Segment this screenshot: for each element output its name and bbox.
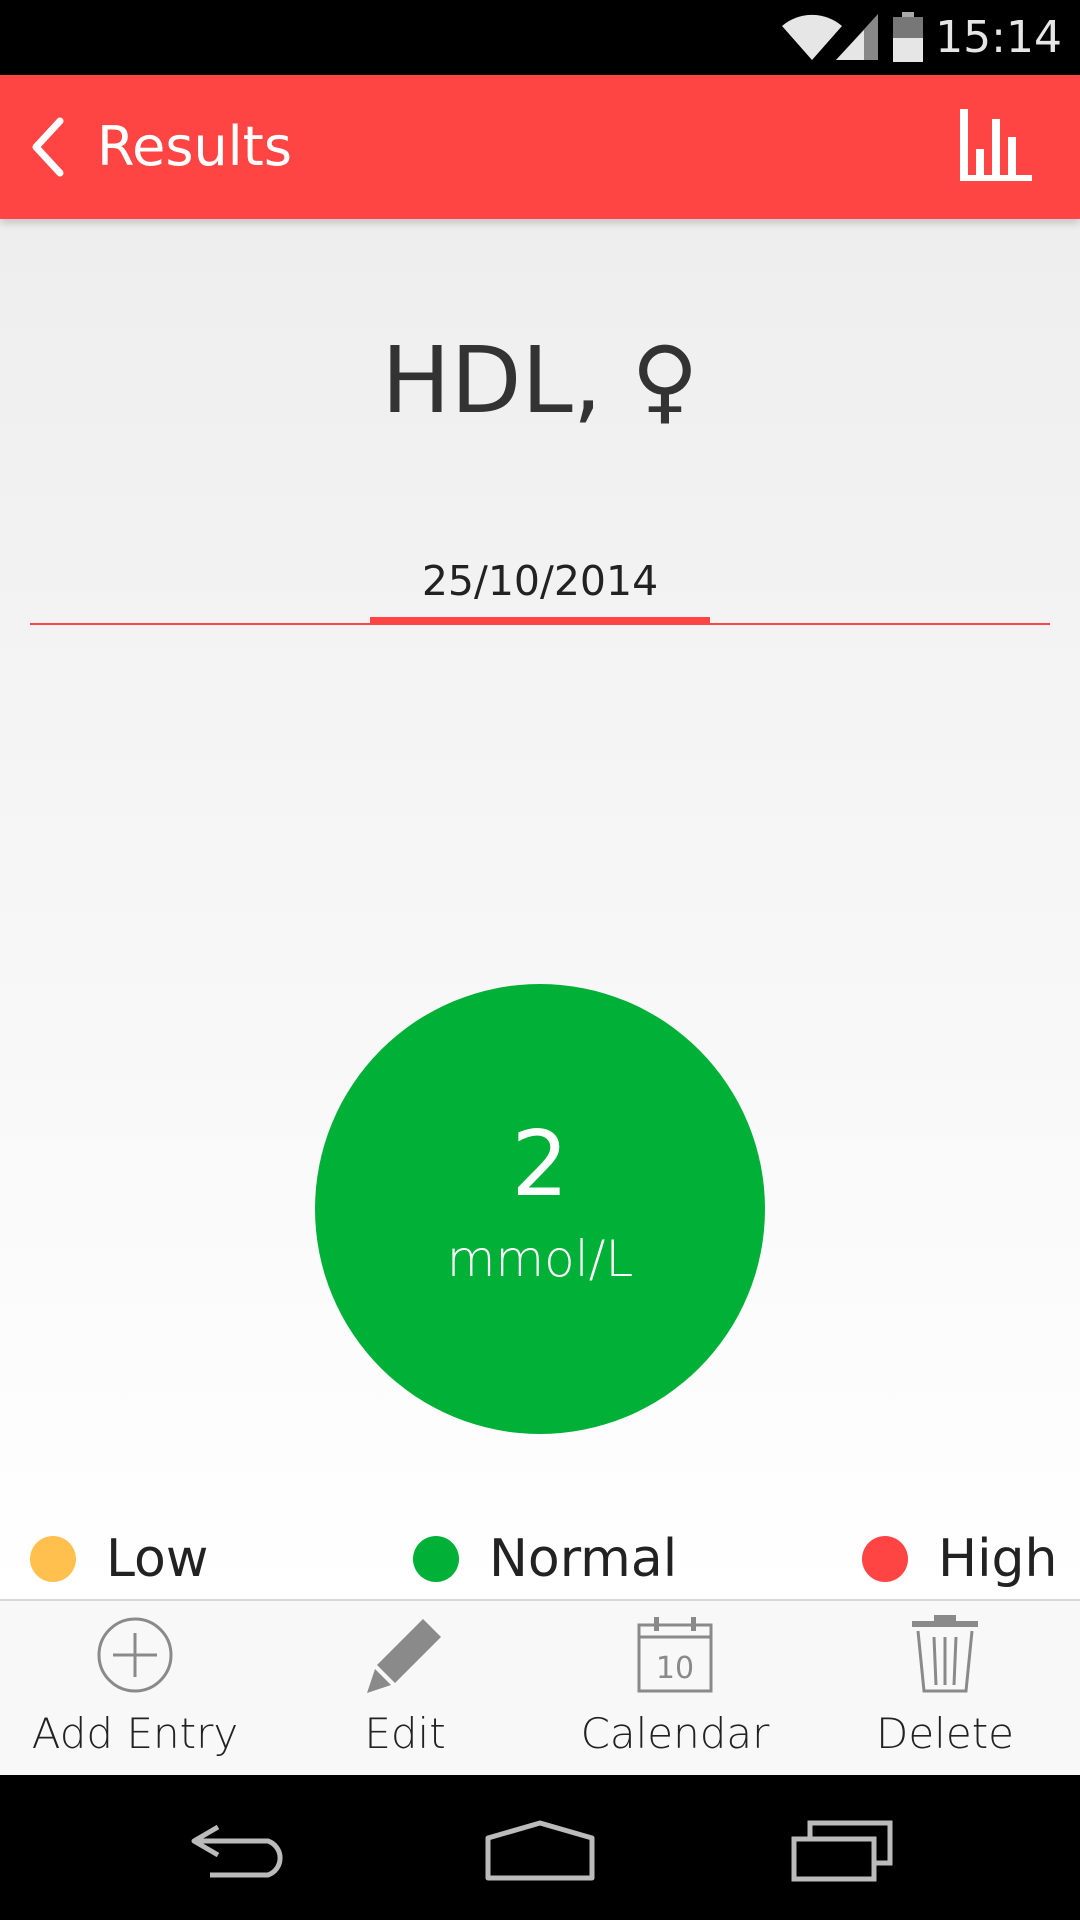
recents-nav-icon[interactable] xyxy=(790,1817,894,1883)
screen: 15:14 Results HDL, ♀ 25/10/2014 2 mmol/L… xyxy=(0,0,1080,1920)
legend-dot-low xyxy=(30,1536,76,1582)
calendar-day: 10 xyxy=(655,1651,695,1686)
add-entry-label: Add Entry xyxy=(31,1709,239,1758)
chevron-left-icon[interactable] xyxy=(28,117,68,177)
results-content: HDL, ♀ 25/10/2014 2 mmol/L Low Normal Hi… xyxy=(0,219,1080,1599)
delete-label: Delete xyxy=(876,1709,1014,1758)
status-time: 15:14 xyxy=(935,12,1062,63)
pencil-icon xyxy=(367,1619,441,1693)
bar-chart-icon[interactable] xyxy=(956,107,1034,185)
delete-button[interactable]: Delete xyxy=(810,1601,1080,1777)
navigation-bar xyxy=(0,1775,1080,1920)
legend-label: Normal xyxy=(489,1529,678,1589)
signal-icon xyxy=(836,14,878,60)
test-title: HDL, ♀ xyxy=(381,327,699,434)
bottom-toolbar: Add Entry Edit 10 Calendar Delete xyxy=(0,1599,1080,1775)
calendar-button[interactable]: 10 Calendar xyxy=(540,1601,810,1777)
result-unit: mmol/L xyxy=(446,1230,634,1288)
app-bar: Results xyxy=(0,75,1080,219)
edit-button[interactable]: Edit xyxy=(270,1601,540,1777)
add-circle-icon xyxy=(97,1617,173,1693)
date-tab-indicator xyxy=(370,617,710,625)
legend-dot-normal xyxy=(413,1536,459,1582)
back-nav-icon[interactable] xyxy=(188,1823,292,1879)
trash-icon xyxy=(912,1615,978,1693)
add-entry-button[interactable]: Add Entry xyxy=(0,1601,270,1777)
legend: Low Normal High xyxy=(0,1529,1080,1599)
legend-label: High xyxy=(938,1529,1058,1589)
home-nav-icon[interactable] xyxy=(484,1820,596,1882)
battery-icon xyxy=(893,12,923,62)
calendar-label: Calendar xyxy=(580,1709,770,1758)
legend-item-high: High xyxy=(862,1529,1058,1589)
legend-dot-high xyxy=(862,1536,908,1582)
status-bar: 15:14 xyxy=(0,0,1080,75)
date-tab[interactable]: 25/10/2014 xyxy=(0,557,1080,605)
result-value: 2 xyxy=(511,1112,569,1217)
legend-item-low: Low xyxy=(30,1529,208,1589)
result-circle: 2 mmol/L xyxy=(315,984,765,1434)
legend-label: Low xyxy=(106,1529,209,1589)
legend-item-normal: Normal xyxy=(413,1529,677,1589)
page-title[interactable]: Results xyxy=(97,115,292,178)
edit-label: Edit xyxy=(364,1709,446,1758)
